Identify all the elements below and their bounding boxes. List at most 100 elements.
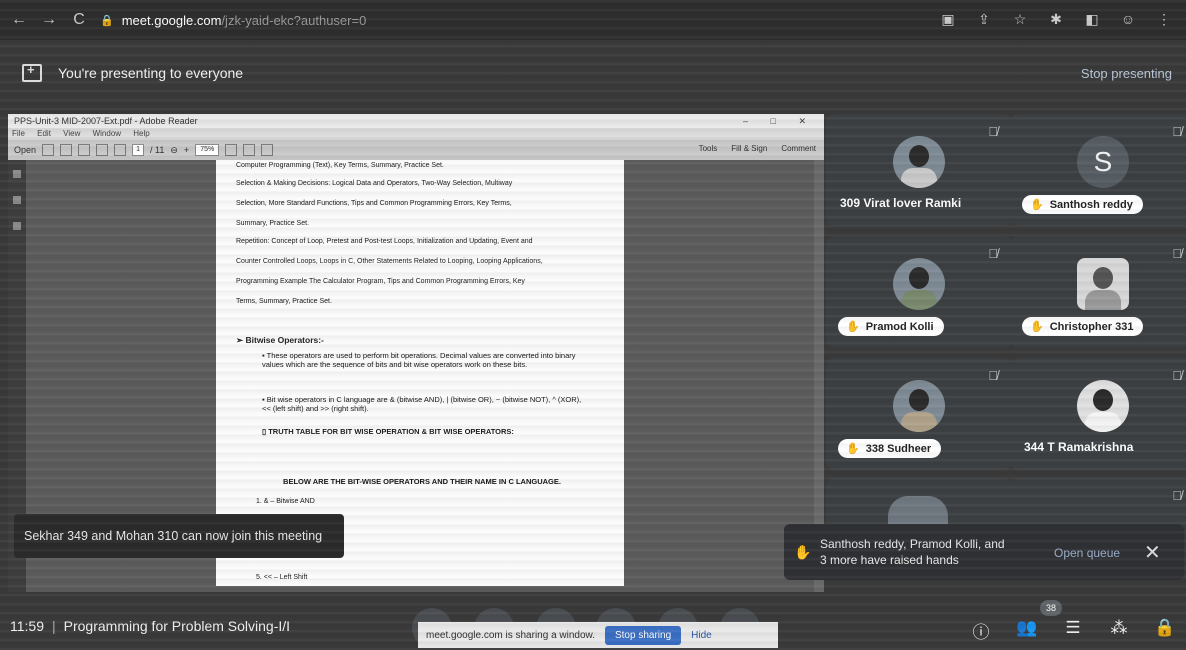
- zoom-select[interactable]: 75%: [195, 144, 220, 156]
- comment-icon[interactable]: [261, 144, 274, 156]
- page-total: / 11: [150, 145, 165, 155]
- participant-name-pill: ✋ Santhosh reddy: [1022, 195, 1143, 214]
- activities-icon[interactable]: ⁂: [1108, 618, 1130, 643]
- participant-count-badge: 38: [1040, 600, 1062, 616]
- fill-sign-tab[interactable]: Fill & Sign: [731, 144, 767, 153]
- mic-off-icon: 🎙̸: [988, 368, 998, 383]
- doc-line: Selection & Making Decisions: Logical Da…: [236, 180, 513, 187]
- participant-tile[interactable]: [826, 478, 1012, 528]
- raised-hand-icon: ✋: [1030, 199, 1044, 211]
- hide-button[interactable]: Hide: [691, 630, 712, 641]
- raised-hands-notification: ✋ Santhosh reddy, Pramod Kolli, and 3 mo…: [784, 524, 1184, 580]
- menu-window[interactable]: Window: [93, 129, 121, 138]
- participant-photo: [893, 136, 945, 188]
- menu-icon[interactable]: ⋮: [1154, 9, 1174, 29]
- join-notification: Sekhar 349 and Mohan 310 can now join th…: [14, 514, 344, 558]
- prev-page-icon[interactable]: [96, 144, 109, 156]
- chat-icon[interactable]: ☰: [1062, 618, 1084, 643]
- url-host: meet.google.com: [121, 12, 222, 28]
- meeting-title: Programming for Problem Solving-I/I: [63, 618, 291, 634]
- participant-tile[interactable]: 🎙̸ ✋ Pramod Kolli: [826, 236, 1012, 348]
- browser-actions: ▣ ⇪ ☆ ✱ ◧ ☺ ⋮: [938, 9, 1174, 29]
- raised-hand-icon: ✋: [1030, 321, 1044, 333]
- window-controls[interactable]: – □ ✕: [743, 114, 816, 128]
- participant-tile[interactable]: 🎙̸ S ✋ Santhosh reddy: [1010, 114, 1186, 226]
- zoom-out-icon[interactable]: ⊖: [170, 145, 178, 156]
- participant-tile[interactable]: 🎙̸ 309 Virat lover Ramki: [826, 114, 1012, 226]
- bullet-text: These operators are used to perform bit …: [262, 351, 576, 369]
- page-number-input[interactable]: 1: [132, 144, 145, 156]
- doc-line: Repetition: Concept of Loop, Pretest and…: [236, 238, 533, 245]
- participant-tile[interactable]: 🎙̸: [1010, 478, 1186, 528]
- url-path: /jzk-yaid-ekc?authuser=0: [221, 12, 367, 28]
- pages-icon[interactable]: [13, 170, 21, 178]
- meeting-side-controls: ⓘ 👥 ☰ ⁂ 🔒: [970, 618, 1176, 643]
- bookmark-icon[interactable]: [13, 222, 21, 230]
- reader-title: PPS-Unit-3 MID-2007-Ext.pdf - Adobe Read…: [14, 116, 198, 126]
- print-icon[interactable]: [60, 144, 73, 156]
- mic-off-icon: 🎙̸: [988, 124, 998, 139]
- mic-off-icon: 🎙̸: [1172, 368, 1182, 383]
- info-icon[interactable]: ⓘ: [970, 618, 992, 643]
- reader-menu-bar: File Edit View Window Help: [8, 128, 824, 140]
- mic-off-icon: 🎙̸: [1172, 246, 1182, 261]
- menu-view[interactable]: View: [63, 129, 80, 138]
- back-icon[interactable]: ←: [8, 9, 30, 31]
- bullet-text: Bit wise operators in C language are & (…: [262, 395, 582, 413]
- menu-edit[interactable]: Edit: [37, 129, 51, 138]
- star-icon[interactable]: ☆: [1010, 9, 1030, 29]
- profile-icon[interactable]: ☺: [1118, 9, 1138, 29]
- fit-width-icon[interactable]: [243, 144, 256, 156]
- participant-name-pill: ✋ 338 Sudheer: [838, 439, 942, 458]
- participant-tile[interactable]: 🎙̸ ✋ Christopher 331: [1010, 236, 1186, 348]
- browser-toolbar: ← → C 🔒 meet.google.com/jzk-yaid-ekc?aut…: [0, 0, 1186, 40]
- host-controls-icon[interactable]: 🔒: [1154, 618, 1176, 643]
- forward-icon[interactable]: →: [38, 9, 60, 31]
- sharing-text: meet.google.com is sharing a window.: [426, 629, 595, 641]
- address-bar[interactable]: 🔒 meet.google.com/jzk-yaid-ekc?authuser=…: [100, 13, 366, 28]
- menu-help[interactable]: Help: [133, 129, 149, 138]
- mic-off-icon: 🎙̸: [988, 246, 998, 261]
- close-icon[interactable]: ✕: [1144, 540, 1161, 565]
- reload-icon[interactable]: C: [68, 9, 90, 31]
- participant-initial-avatar: S: [1077, 136, 1129, 188]
- menu-file[interactable]: File: [12, 129, 25, 138]
- participant-name: 309 Virat lover Ramki: [840, 196, 962, 210]
- present-screen-icon: [22, 62, 42, 82]
- next-page-icon[interactable]: [114, 144, 127, 156]
- stop-presenting-button[interactable]: Stop presenting: [1081, 66, 1172, 81]
- participant-photo: [893, 258, 945, 310]
- bullet-item: ▯ TRUTH TABLE FOR BIT WISE OPERATION & B…: [262, 427, 514, 436]
- attachment-icon[interactable]: [13, 196, 21, 204]
- extension-icon[interactable]: ✱: [1046, 9, 1066, 29]
- bullet-item: ▪ Bit wise operators in C language are &…: [262, 395, 582, 413]
- open-queue-button[interactable]: Open queue: [1054, 546, 1120, 560]
- stop-sharing-button[interactable]: Stop sharing: [604, 625, 682, 645]
- participant-photo: [893, 380, 945, 432]
- doc-line: Computer Programming (Text), Key Terms, …: [236, 162, 444, 169]
- open-button[interactable]: Open: [14, 145, 36, 155]
- doc-line: Selection, More Standard Functions, Tips…: [236, 200, 512, 207]
- raised-hand-icon: ✋: [794, 544, 812, 560]
- share-icon[interactable]: ⇪: [974, 9, 994, 29]
- presenting-banner: You're presenting to everyone Stop prese…: [0, 50, 1186, 96]
- participant-tile[interactable]: 🎙̸ 344 T Ramakrishna: [1010, 358, 1186, 470]
- comment-tab[interactable]: Comment: [781, 144, 816, 153]
- zoom-in-icon[interactable]: +: [184, 145, 189, 155]
- mic-off-icon: 🎙̸: [1172, 124, 1182, 139]
- bullet-item: ▪ These operators are used to perform bi…: [262, 351, 576, 369]
- fit-page-icon[interactable]: [225, 144, 238, 156]
- tools-tab[interactable]: Tools: [699, 144, 718, 153]
- participant-tile[interactable]: 🎙̸ ✋ 338 Sudheer: [826, 358, 1012, 470]
- participant-photo: [1077, 380, 1129, 432]
- doc-line: Summary, Practice Set.: [236, 220, 310, 227]
- participant-photo: [1077, 258, 1129, 310]
- save-icon[interactable]: [42, 144, 55, 156]
- reader-title-bar: PPS-Unit-3 MID-2007-Ext.pdf - Adobe Read…: [8, 114, 824, 128]
- presenting-text: You're presenting to everyone: [58, 65, 244, 81]
- sidepanel-icon[interactable]: ◧: [1082, 9, 1102, 29]
- raised-hands-message: Santhosh reddy, Pramod Kolli, and 3 more…: [820, 536, 1020, 568]
- people-icon[interactable]: 👥: [1016, 618, 1038, 643]
- cast-icon[interactable]: ▣: [938, 9, 958, 29]
- email-icon[interactable]: [78, 144, 91, 156]
